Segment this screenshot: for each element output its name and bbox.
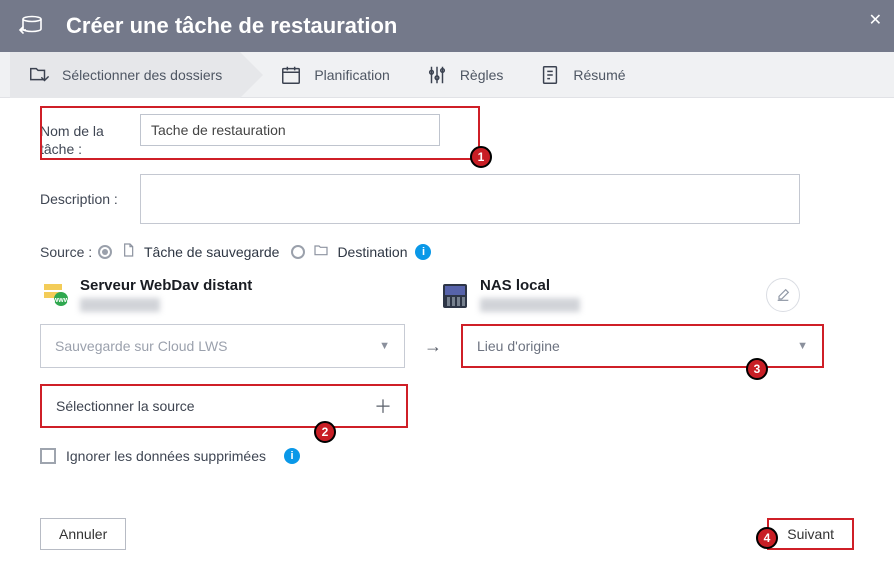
radio-destination[interactable] [291,245,305,259]
edit-destination-button[interactable] [766,278,800,312]
restore-icon [18,15,44,37]
source-title: Serveur WebDav distant [80,277,252,294]
task-name-label: Nom de la tâche : [40,114,140,158]
step-summary[interactable]: Résumé [521,52,643,98]
select-source-button[interactable]: Sélectionner la source ＋ [40,384,408,428]
wizard-steps: Sélectionner des dossiers Planification … [0,52,894,98]
folders-select-icon [28,64,50,86]
radio-backup-task-label[interactable]: Tâche de sauvegarde [120,242,279,261]
summary-icon [539,64,561,86]
source-host-blurred [80,298,160,312]
step-label: Sélectionner des dossiers [62,67,222,83]
select-value: Lieu d'origine [477,338,560,354]
webdav-icon: www [40,279,70,309]
file-icon [120,242,136,261]
select-value: Sauvegarde sur Cloud LWS [55,338,228,354]
step-planification[interactable]: Planification [262,52,408,98]
step-label: Planification [314,67,390,83]
chevron-down-icon: ▼ [797,340,808,352]
radio-backup-task[interactable] [98,245,112,259]
arrow-right-icon: → [421,336,445,357]
calendar-icon [280,64,302,86]
ignore-deleted-checkbox[interactable] [40,448,56,464]
folder-icon [313,242,329,261]
destination-select[interactable]: Lieu d'origine ▼ [461,324,824,368]
step-label: Résumé [573,67,625,83]
cancel-button[interactable]: Annuler [40,518,126,550]
info-icon[interactable]: i [284,448,300,464]
select-source-label: Sélectionner la source [56,398,195,414]
nas-icon [440,281,470,311]
step-label: Règles [460,67,504,83]
source-task-select[interactable]: Sauvegarde sur Cloud LWS ▼ [40,324,405,368]
info-icon[interactable]: i [415,244,431,260]
radio-label-text: Tâche de sauvegarde [144,244,279,260]
svg-text:www: www [52,297,70,304]
step-rules[interactable]: Règles [408,52,522,98]
dest-endpoint: NAS local [440,277,800,312]
source-label: Source : [40,244,98,260]
close-icon[interactable]: ✕ [869,10,882,30]
ignore-deleted-label: Ignorer les données supprimées [66,448,266,464]
radio-destination-label[interactable]: Destination [313,242,407,261]
sliders-icon [426,64,448,86]
plus-icon: ＋ [374,393,392,419]
radio-label-text: Destination [337,244,407,260]
chevron-down-icon: ▼ [379,340,390,352]
description-label: Description : [40,174,140,208]
description-input[interactable] [140,174,800,224]
dest-title: NAS local [480,277,580,294]
title-bar: Créer une tâche de restauration ✕ [0,0,894,52]
task-name-input[interactable] [140,114,440,146]
source-endpoint: www Serveur WebDav distant [40,277,400,312]
step-select-folders[interactable]: Sélectionner des dossiers [10,52,240,98]
dialog-title: Créer une tâche de restauration [66,13,397,39]
next-button[interactable]: Suivant [767,518,854,550]
dest-host-blurred [480,298,580,312]
